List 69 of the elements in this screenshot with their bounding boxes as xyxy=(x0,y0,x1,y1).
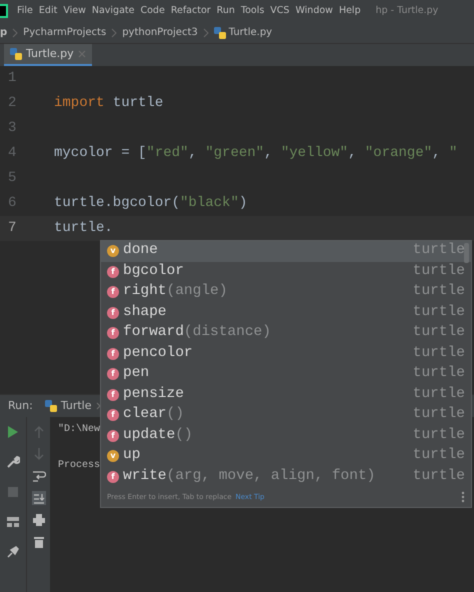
kind-icon: v xyxy=(107,245,119,258)
layout-icon[interactable] xyxy=(6,515,20,529)
kind-icon: f xyxy=(107,368,119,380)
code-line: turtle. xyxy=(54,220,113,236)
completion-item[interactable]: f right(angle) turtle xyxy=(101,282,471,302)
completion-item[interactable]: f pencolor turtle xyxy=(101,344,471,364)
kind-icon: f xyxy=(107,388,119,401)
kind-icon: f xyxy=(107,306,119,319)
line-number: 7 xyxy=(7,219,18,238)
completion-item[interactable]: f pen turtle xyxy=(101,364,471,384)
code-line: mycolor = ["red", "green", "yellow", "orange", " xyxy=(54,145,458,161)
chevron-icon xyxy=(12,28,18,38)
menu-item[interactable]: Refactor xyxy=(168,0,214,22)
completion-item[interactable]: f write(arg, move, align, font) turtle xyxy=(101,466,471,487)
kind-icon: f xyxy=(107,327,119,340)
code-line: import turtle xyxy=(54,95,164,111)
completion-item[interactable]: f bgcolor turtle xyxy=(101,262,471,282)
completion-item[interactable]: f shape turtle xyxy=(101,302,471,323)
breadcrumb-item[interactable]: PycharmProjects xyxy=(23,22,106,43)
kind-icon: f xyxy=(107,409,119,422)
wrap-icon[interactable] xyxy=(32,469,46,483)
completion-item[interactable]: f forward(distance) turtle xyxy=(101,323,471,344)
console-output-line: "D:\New xyxy=(58,422,100,437)
line-number: 1 xyxy=(7,69,18,88)
editor-tab[interactable]: Turtle.py xyxy=(4,44,92,66)
completion-item[interactable]: f update() turtle xyxy=(101,426,471,446)
window-title: hp - Turtle.py xyxy=(376,4,438,18)
menu-item[interactable]: VCS xyxy=(267,0,292,22)
pin-icon[interactable] xyxy=(6,545,20,559)
python-file-icon xyxy=(214,26,226,38)
line-number: 6 xyxy=(7,194,18,213)
line-number: 4 xyxy=(7,144,18,163)
breadcrumb-item[interactable]: Turtle.py xyxy=(228,22,272,43)
line-number: 3 xyxy=(7,119,18,138)
completion-item[interactable]: v done turtle xyxy=(101,241,471,262)
python-icon xyxy=(44,400,57,412)
menu-item[interactable]: Help xyxy=(336,0,364,22)
python-file-icon xyxy=(10,48,22,60)
menu-item[interactable]: Window xyxy=(292,0,336,22)
menu-item[interactable]: View xyxy=(60,0,89,22)
console-output-line: Process xyxy=(58,459,100,473)
menu-item[interactable]: Edit xyxy=(36,0,60,22)
kind-icon: v xyxy=(107,450,119,462)
app-icon[interactable] xyxy=(0,4,8,18)
kind-icon: f xyxy=(107,348,119,360)
play-icon[interactable] xyxy=(6,425,20,439)
menu-item[interactable]: Navigate xyxy=(88,0,138,22)
kind-icon: f xyxy=(107,286,119,298)
breadcrumb-item[interactable]: p xyxy=(0,22,8,43)
trash-icon[interactable] xyxy=(32,535,46,549)
line-number: 2 xyxy=(7,94,18,113)
panel-label: Run: xyxy=(8,398,33,414)
menu-item[interactable]: File xyxy=(14,0,36,22)
kind-icon: f xyxy=(107,430,119,442)
kind-icon: f xyxy=(107,266,119,278)
line-number: 5 xyxy=(7,169,18,188)
more-icon[interactable] xyxy=(461,491,465,503)
wrench-icon[interactable] xyxy=(6,455,20,469)
breadcrumb-item[interactable]: pythonProject3 xyxy=(122,22,198,43)
chevron-icon xyxy=(202,28,209,38)
scrollbar-thumb[interactable] xyxy=(464,243,469,263)
kind-icon: f xyxy=(107,470,119,483)
menu-item[interactable]: Tools xyxy=(238,0,268,22)
chevron-icon xyxy=(111,28,118,38)
scroll-to-end-icon[interactable] xyxy=(32,491,46,505)
menu-item[interactable]: Code xyxy=(137,0,168,22)
completion-item[interactable]: v up turtle xyxy=(101,446,471,466)
menu-item[interactable]: Run xyxy=(214,0,238,22)
code-line: turtle.bgcolor("black") xyxy=(54,195,248,211)
